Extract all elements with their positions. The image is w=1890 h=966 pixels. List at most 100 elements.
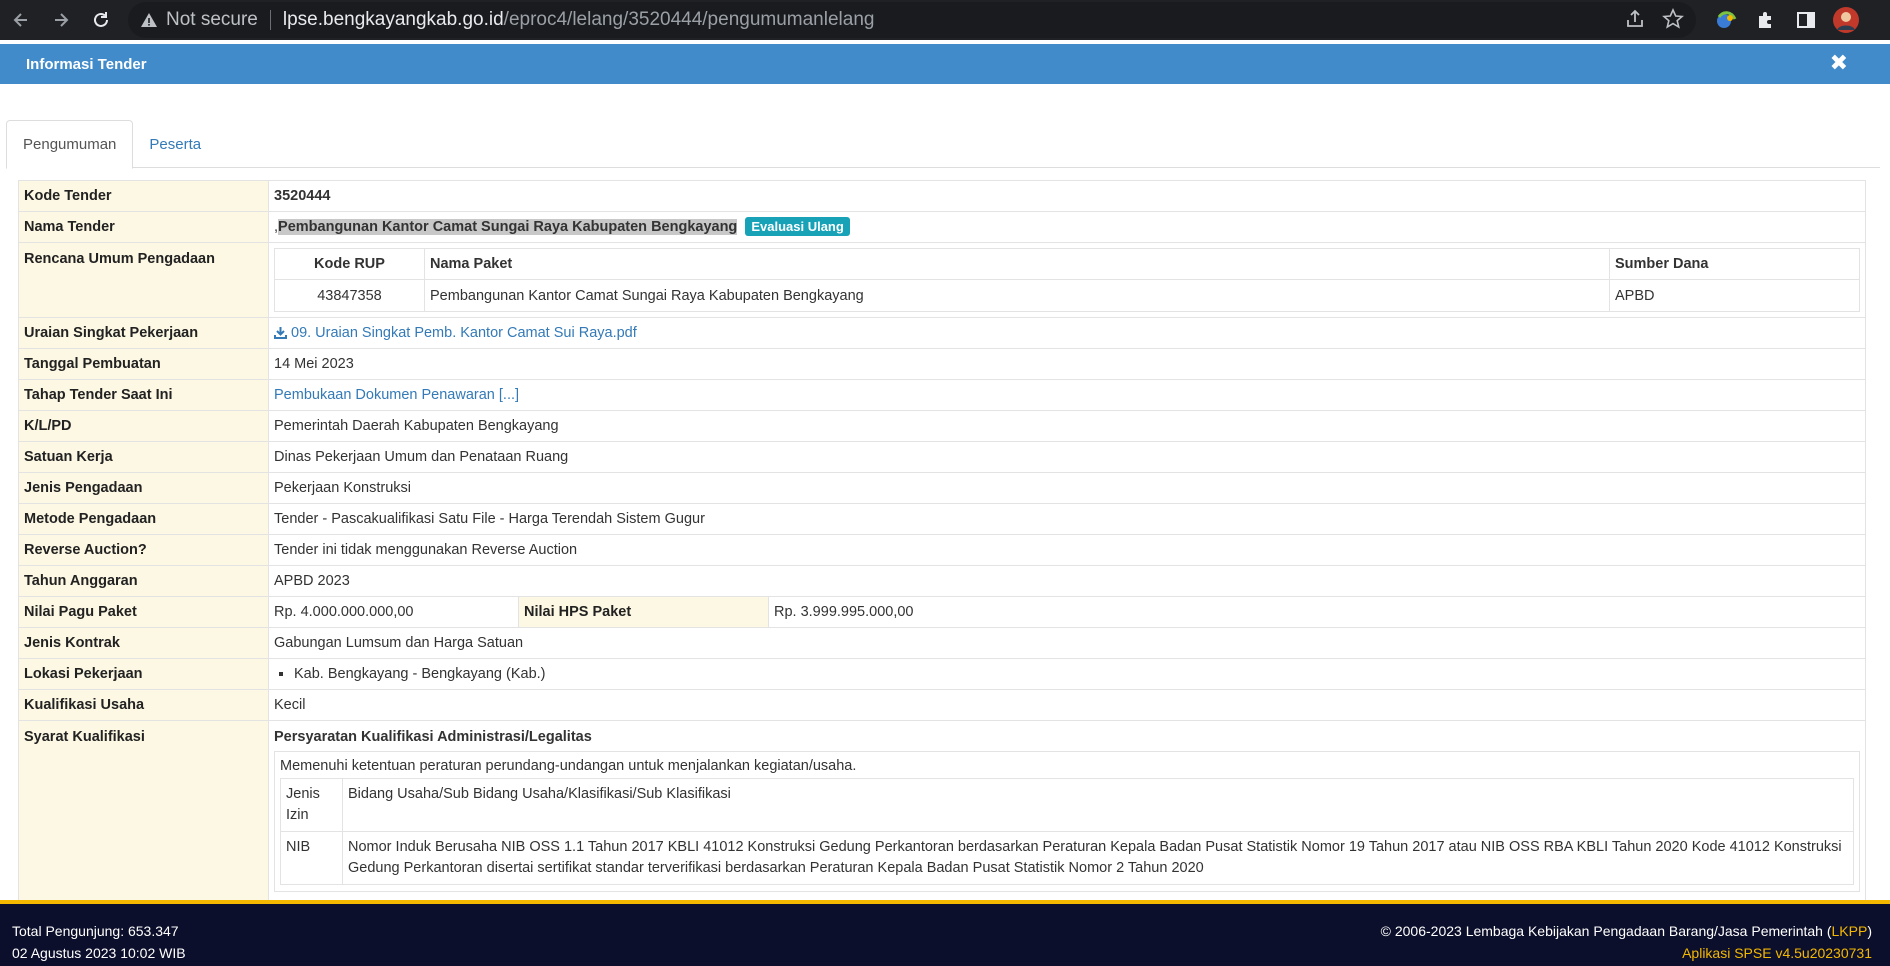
value-satker: Dinas Pekerjaan Umum dan Penataan Ruang [268, 441, 1866, 473]
url-host: lpse.bengkayangkab.go.id [282, 9, 504, 30]
modal-title: Informasi Tender [26, 55, 147, 73]
tahap-link[interactable]: Pembukaan Dokumen Penawaran [...] [274, 387, 519, 403]
download-link[interactable]: 09. Uraian Singkat Pemb. Kantor Camat Su… [274, 325, 637, 341]
app-version: Aplikasi SPSE v4.5u20230731 [1682, 945, 1872, 961]
rup-kode: 43847358 [274, 279, 425, 312]
value-tahap: Pembukaan Dokumen Penawaran [...] [268, 379, 1866, 411]
value-klpd: Pemerintah Daerah Kabupaten Bengkayang [268, 410, 1866, 442]
omnibox-divider [269, 10, 271, 30]
row-jenis: Jenis Pengadaan Pekerjaan Konstruksi [18, 472, 1866, 504]
extension-icon[interactable] [1710, 4, 1742, 36]
value-nama-tender: ,Pembangunan Kantor Camat Sungai Raya Ka… [268, 211, 1866, 243]
rup-header-nama: Nama Paket [424, 248, 1610, 280]
tender-info-table: Kode Tender 3520444 Nama Tender ,Pembang… [18, 180, 1866, 921]
tab-peserta[interactable]: Peserta [133, 120, 215, 168]
row-rup: Rencana Umum Pengadaan Kode RUP Nama Pak… [18, 242, 1866, 318]
back-button[interactable] [4, 3, 38, 37]
profile-avatar[interactable] [1830, 4, 1862, 36]
izin-header-jenis: Jenis Izin [280, 778, 343, 832]
label-uraian: Uraian Singkat Pekerjaan [18, 317, 269, 349]
value-uraian: 09. Uraian Singkat Pemb. Kantor Camat Su… [268, 317, 1866, 349]
table-row: Jenis Izin Bidang Usaha/Sub Bidang Usaha… [280, 778, 1854, 832]
row-tahap: Tahap Tender Saat Ini Pembukaan Dokumen … [18, 379, 1866, 411]
tab-bar: Pengumuman Peserta [6, 120, 1880, 169]
value-metode: Tender - Pascakualifikasi Satu File - Ha… [268, 503, 1866, 535]
lkpp-link[interactable]: LKPP [1832, 923, 1868, 939]
extensions-button[interactable] [1750, 4, 1782, 36]
address-bar[interactable]: Not secure lpse.bengkayangkab.go.id/epro… [128, 2, 1696, 38]
izin-table: Jenis Izin Bidang Usaha/Sub Bidang Usaha… [280, 778, 1854, 885]
arrow-right-icon [55, 13, 69, 27]
label-pagu: Nilai Pagu Paket [18, 596, 269, 628]
row-klpd: K/L/PD Pemerintah Daerah Kabupaten Bengk… [18, 410, 1866, 442]
share-icon[interactable] [1624, 8, 1646, 30]
value-tanggal: 14 Mei 2023 [268, 348, 1866, 380]
rup-nama: Pembangunan Kantor Camat Sungai Raya Kab… [424, 279, 1610, 312]
label-kontrak: Jenis Kontrak [18, 627, 269, 659]
rup-table: Kode RUP Nama Paket Sumber Dana 43847358… [274, 248, 1860, 312]
download-file-name: 09. Uraian Singkat Pemb. Kantor Camat Su… [291, 325, 637, 341]
footer-datetime: 02 Agustus 2023 10:02 WIB [12, 945, 186, 961]
rup-header-kode: Kode RUP [274, 248, 425, 280]
bookmark-star-icon[interactable] [1662, 8, 1684, 30]
row-kode-tender: Kode Tender 3520444 [18, 180, 1866, 212]
syarat-box: Memenuhi ketentuan peraturan perundang-u… [274, 751, 1860, 892]
security-label: Not secure [166, 9, 258, 30]
modal-header: Informasi Tender ✖ [0, 44, 1890, 84]
label-satker: Satuan Kerja [18, 441, 269, 473]
label-lokasi: Lokasi Pekerjaan [18, 658, 269, 690]
warning-icon [141, 13, 157, 27]
label-metode: Metode Pengadaan [18, 503, 269, 535]
syarat-description: Memenuhi ketentuan peraturan perundang-u… [280, 758, 857, 774]
row-uraian: Uraian Singkat Pekerjaan 09. Uraian Sing… [18, 317, 1866, 349]
visitor-count: Total Pengunjung: 653.347 [12, 923, 179, 939]
browser-toolbar: Not secure lpse.bengkayangkab.go.id/epro… [0, 0, 1890, 40]
row-syarat: Syarat Kualifikasi Persyaratan Kualifika… [18, 720, 1866, 921]
label-reverse: Reverse Auction? [18, 534, 269, 566]
value-tahun: APBD 2023 [268, 565, 1866, 597]
copyright-suffix: ) [1867, 923, 1872, 939]
list-item: Kab. Bengkayang - Bengkayang (Kab.) [294, 666, 1860, 682]
row-reverse: Reverse Auction? Tender ini tidak menggu… [18, 534, 1866, 566]
value-jenis: Pekerjaan Konstruksi [268, 472, 1866, 504]
value-syarat: Persyaratan Kualifikasi Administrasi/Leg… [268, 720, 1866, 921]
copyright-prefix: © 2006-2023 Lembaga Kebijakan Pengadaan … [1380, 923, 1832, 939]
tender-info: Kode Tender 3520444 Nama Tender ,Pembang… [18, 180, 1866, 921]
table-row: 43847358 Pembangunan Kantor Camat Sungai… [274, 279, 1860, 312]
forward-button[interactable] [44, 3, 78, 37]
row-satker: Satuan Kerja Dinas Pekerjaan Umum dan Pe… [18, 441, 1866, 473]
row-kualifikasi: Kualifikasi Usaha Kecil [18, 689, 1866, 721]
label-kualifikasi: Kualifikasi Usaha [18, 689, 269, 721]
value-pagu: Rp. 4.000.000.000,00 [268, 596, 519, 628]
label-hps: Nilai HPS Paket [518, 596, 769, 628]
syarat-section-title: Persyaratan Kualifikasi Administrasi/Leg… [274, 729, 592, 745]
label-tanggal: Tanggal Pembuatan [18, 348, 269, 380]
download-icon [274, 327, 287, 339]
tab-pengumuman[interactable]: Pengumuman [6, 120, 134, 169]
close-icon[interactable]: ✖ [1830, 52, 1848, 74]
izin-header-bidang: Bidang Usaha/Sub Bidang Usaha/Klasifikas… [342, 778, 1854, 832]
row-tanggal: Tanggal Pembuatan 14 Mei 2023 [18, 348, 1866, 380]
izin-bidang: Nomor Induk Berusaha NIB OSS 1.1 Tahun 2… [342, 831, 1854, 885]
nama-tender-text: Pembangunan Kantor Camat Sungai Raya Kab… [278, 219, 738, 235]
rup-sumber: APBD [1609, 279, 1860, 312]
side-panel-button[interactable] [1790, 4, 1822, 36]
extension-logo-icon [1717, 11, 1737, 28]
row-tahun: Tahun Anggaran APBD 2023 [18, 565, 1866, 597]
value-hps: Rp. 3.999.995.000,00 [768, 596, 1866, 628]
table-row: NIB Nomor Induk Berusaha NIB OSS 1.1 Tah… [280, 831, 1854, 885]
page-footer: Total Pengunjung: 653.347 02 Agustus 202… [0, 900, 1890, 966]
label-tahun: Tahun Anggaran [18, 565, 269, 597]
row-metode: Metode Pengadaan Tender - Pascakualifika… [18, 503, 1866, 535]
value-kualifikasi: Kecil [268, 689, 1866, 721]
puzzle-icon [1759, 12, 1771, 28]
reload-button[interactable] [84, 3, 118, 37]
row-kontrak: Jenis Kontrak Gabungan Lumsum dan Harga … [18, 627, 1866, 659]
value-rup: Kode RUP Nama Paket Sumber Dana 43847358… [268, 242, 1866, 318]
value-kontrak: Gabungan Lumsum dan Harga Satuan [268, 627, 1866, 659]
izin-jenis: NIB [280, 831, 343, 885]
label-kode-tender: Kode Tender [18, 180, 269, 212]
row-pagu: Nilai Pagu Paket Rp. 4.000.000.000,00 Ni… [18, 596, 1866, 628]
status-badge: Evaluasi Ulang [745, 217, 850, 236]
reload-icon [94, 12, 108, 27]
